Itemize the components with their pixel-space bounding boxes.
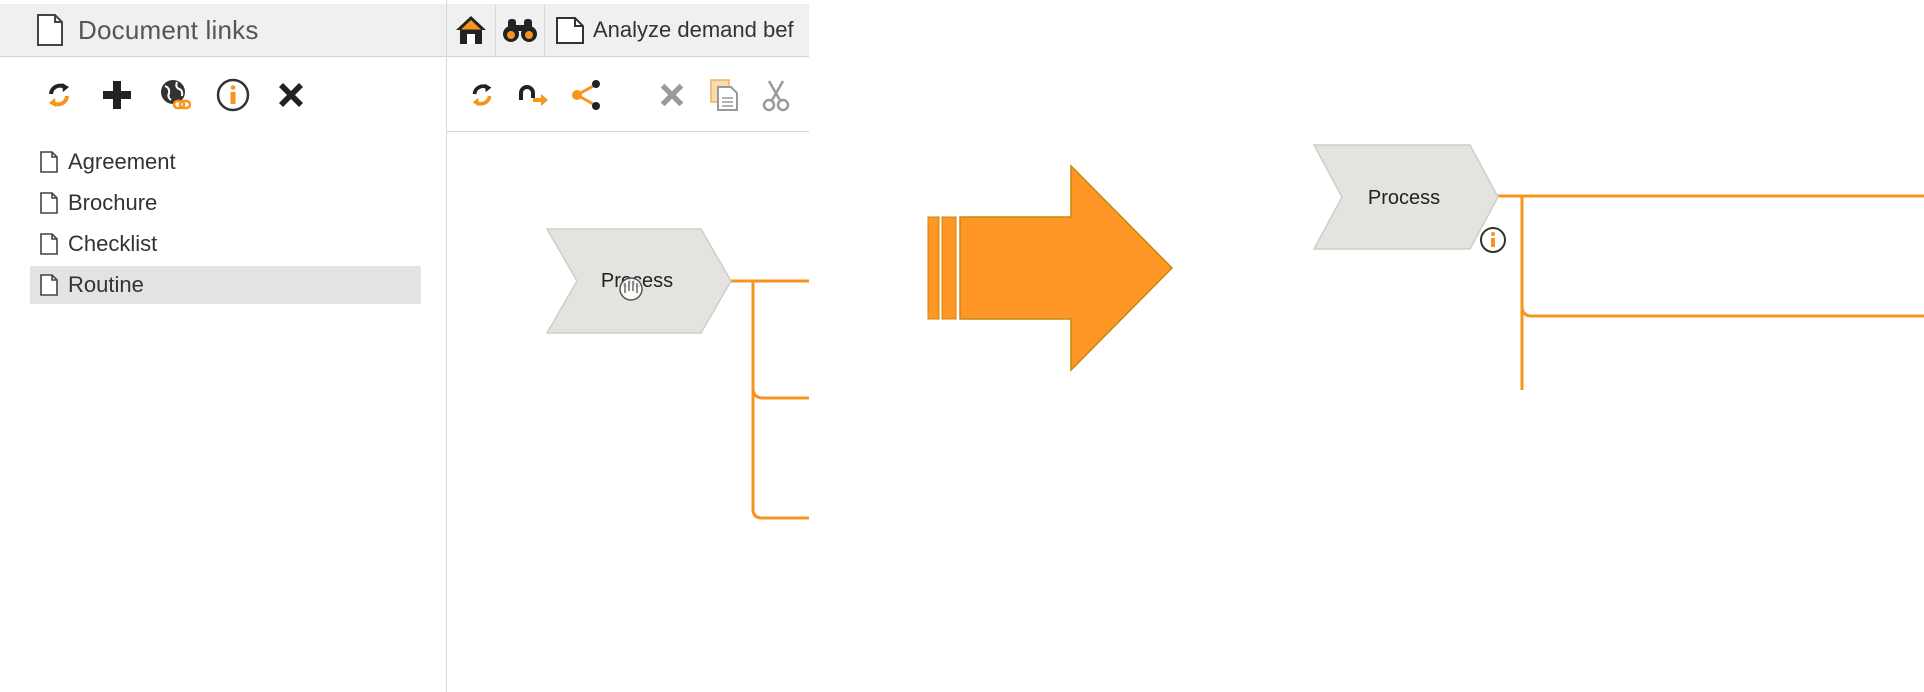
home-tab[interactable]: [447, 4, 496, 56]
refresh-icon[interactable]: [463, 76, 501, 114]
document-icon: [556, 17, 584, 44]
copy-icon[interactable]: [705, 76, 743, 114]
document-icon: [40, 274, 58, 296]
list-item-label: Routine: [68, 272, 144, 297]
tab-label: Analyze demand bef: [593, 17, 794, 42]
tab-document[interactable]: Analyze demand bef: [545, 4, 794, 56]
list-item-label: Checklist: [68, 231, 158, 256]
info-icon[interactable]: [214, 76, 252, 114]
list-item-label: Agreement: [68, 149, 176, 174]
list-item[interactable]: Brochure: [30, 184, 421, 222]
web-link-icon[interactable]: [156, 76, 194, 114]
refresh-icon[interactable]: [40, 76, 78, 114]
share-icon[interactable]: [567, 76, 605, 114]
panel-header: Document links: [0, 4, 446, 57]
result-preview: Process: [1312, 144, 1924, 390]
search-tab[interactable]: [496, 4, 545, 56]
editor-toolbar: [447, 58, 809, 132]
connector-line: [731, 279, 809, 520]
info-icon[interactable]: [1480, 227, 1506, 253]
home-icon: [456, 16, 486, 44]
process-shape[interactable]: Process: [1312, 144, 1499, 250]
editor-tab-bar: Analyze demand bef: [447, 4, 809, 57]
document-icon: [40, 151, 58, 173]
redo-icon[interactable]: [515, 76, 553, 114]
document-icon: [37, 14, 63, 46]
transition-arrow-icon: [927, 164, 1174, 372]
list-item[interactable]: Checklist: [30, 225, 421, 263]
document-icon: [40, 233, 58, 255]
list-item-label: Brochure: [68, 190, 158, 215]
binoculars-icon: [503, 19, 537, 42]
process-label: Process: [1368, 187, 1440, 209]
document-list: Agreement Brochure Checklist Routine: [30, 143, 421, 307]
list-item-selected[interactable]: Routine: [30, 266, 421, 304]
delete-icon[interactable]: [272, 76, 310, 114]
hand-cursor-icon: [619, 277, 643, 301]
model-canvas[interactable]: Process: [447, 133, 809, 692]
model-editor: Analyze demand bef: [447, 0, 809, 692]
add-icon[interactable]: [98, 76, 136, 114]
cut-icon[interactable]: [757, 76, 795, 114]
document-links-panel: Document links Agreement Brochure Checkl…: [0, 0, 447, 692]
connector-line: [1498, 194, 1924, 390]
document-icon: [40, 192, 58, 214]
panel-toolbar: [40, 74, 310, 116]
delete-icon[interactable]: [653, 76, 691, 114]
panel-title: Document links: [78, 14, 259, 45]
list-item[interactable]: Agreement: [30, 143, 421, 181]
